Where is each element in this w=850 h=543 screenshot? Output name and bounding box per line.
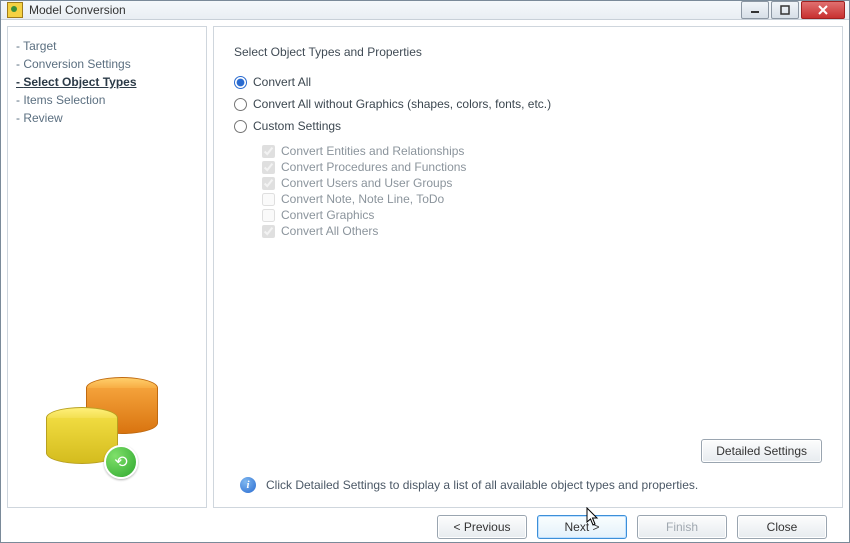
sidebar-item-label: Target (23, 39, 56, 53)
maximize-icon (780, 5, 790, 15)
sidebar-item-label: Review (23, 111, 62, 125)
next-button[interactable]: Next > (537, 515, 627, 539)
check-graphics: Convert Graphics (262, 207, 822, 223)
checkbox-label: Convert Graphics (281, 208, 374, 222)
radio-custom-settings[interactable]: Custom Settings (234, 115, 822, 137)
detailed-settings-button[interactable]: Detailed Settings (701, 439, 822, 463)
sidebar-item-label: Items Selection (23, 93, 105, 107)
check-procedures: Convert Procedures and Functions (262, 159, 822, 175)
close-button[interactable]: Close (737, 515, 827, 539)
maximize-button[interactable] (771, 1, 799, 19)
section-title: Select Object Types and Properties (234, 45, 822, 59)
checkbox-label: Convert Note, Note Line, ToDo (281, 192, 444, 206)
checkbox-label: Convert All Others (281, 224, 378, 238)
checkbox-input (262, 225, 275, 238)
dialog-body: - Target - Conversion Settings - Select … (1, 20, 849, 514)
close-icon (817, 5, 829, 15)
wizard-footer: < Previous Next > Finish Close (7, 514, 843, 539)
sidebar-item-review[interactable]: - Review (16, 109, 198, 127)
window-title: Model Conversion (29, 3, 741, 17)
check-users: Convert Users and User Groups (262, 175, 822, 191)
radio-label: Convert All (253, 75, 311, 89)
checkbox-input (262, 161, 275, 174)
previous-button[interactable]: < Previous (437, 515, 527, 539)
finish-button[interactable]: Finish (637, 515, 727, 539)
check-all-others: Convert All Others (262, 223, 822, 239)
minimize-icon (750, 6, 760, 14)
radio-convert-all-no-graphics[interactable]: Convert All without Graphics (shapes, co… (234, 93, 822, 115)
sidebar-item-label: Select Object Types (23, 75, 136, 89)
sidebar-illustration: ⟲ (16, 377, 198, 497)
window-controls (741, 1, 845, 19)
radio-input[interactable] (234, 98, 247, 111)
custom-checklist: Convert Entities and Relationships Conve… (262, 143, 822, 239)
sidebar-item-conversion-settings[interactable]: - Conversion Settings (16, 55, 198, 73)
radio-input[interactable] (234, 120, 247, 133)
checkbox-label: Convert Procedures and Functions (281, 160, 466, 174)
app-icon (7, 2, 23, 18)
titlebar[interactable]: Model Conversion (1, 1, 849, 20)
checkbox-label: Convert Entities and Relationships (281, 144, 464, 158)
detailed-settings-row: Detailed Settings (234, 439, 822, 463)
info-row: i Click Detailed Settings to display a l… (234, 473, 822, 495)
sidebar-item-items-selection[interactable]: - Items Selection (16, 91, 198, 109)
sidebar-item-target[interactable]: - Target (16, 37, 198, 55)
sidebar-item-select-object-types[interactable]: - Select Object Types (16, 73, 198, 91)
radio-label: Custom Settings (253, 119, 341, 133)
check-entities: Convert Entities and Relationships (262, 143, 822, 159)
radio-label: Convert All without Graphics (shapes, co… (253, 97, 551, 111)
wizard-sidebar: - Target - Conversion Settings - Select … (7, 26, 207, 508)
checkbox-label: Convert Users and User Groups (281, 176, 452, 190)
radio-convert-all[interactable]: Convert All (234, 71, 822, 93)
dialog-window: Model Conversion - Target - Conversion S… (0, 0, 850, 543)
main-panel: Select Object Types and Properties Conve… (213, 26, 843, 508)
check-note: Convert Note, Note Line, ToDo (262, 191, 822, 207)
info-icon: i (240, 477, 256, 493)
radio-input[interactable] (234, 76, 247, 89)
info-text: Click Detailed Settings to display a lis… (266, 478, 698, 492)
checkbox-input (262, 177, 275, 190)
sync-icon: ⟲ (104, 445, 138, 479)
minimize-button[interactable] (741, 1, 769, 19)
close-window-button[interactable] (801, 1, 845, 19)
checkbox-input (262, 145, 275, 158)
sidebar-item-label: Conversion Settings (23, 57, 130, 71)
checkbox-input (262, 209, 275, 222)
checkbox-input (262, 193, 275, 206)
